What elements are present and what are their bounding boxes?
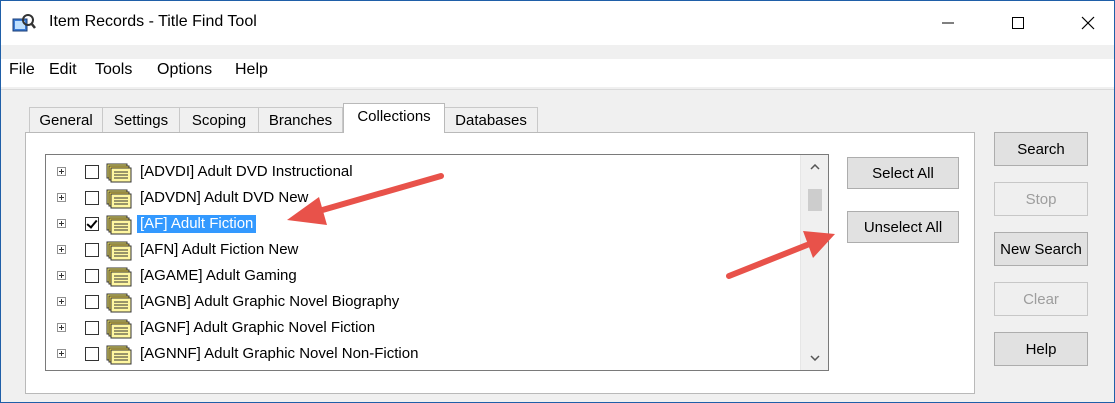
- list-item[interactable]: [AGAME] Adult Gaming: [46, 264, 800, 290]
- minimize-icon: [942, 22, 954, 24]
- window-title: Item Records - Title Find Tool: [49, 13, 257, 30]
- expand-icon[interactable]: [57, 323, 66, 332]
- menu-bar: File Edit Tools Options Help: [1, 59, 1114, 87]
- select-all-button[interactable]: Select All: [847, 157, 959, 189]
- collection-label[interactable]: [AGAME] Adult Gaming: [137, 267, 300, 285]
- collection-folder-icon: [106, 215, 132, 235]
- new-search-button[interactable]: New Search: [994, 232, 1088, 266]
- expand-icon[interactable]: [57, 245, 66, 254]
- scroll-down-button[interactable]: [801, 346, 828, 370]
- item-checkbox[interactable]: [85, 321, 99, 335]
- help-button[interactable]: Help: [994, 332, 1088, 366]
- expand-icon[interactable]: [57, 167, 66, 176]
- expand-icon[interactable]: [57, 349, 66, 358]
- collection-folder-icon: [106, 241, 132, 261]
- collection-folder-icon: [106, 189, 132, 209]
- app-window: Item Records - Title Find Tool File Edit…: [0, 0, 1115, 403]
- list-item[interactable]: [AGNB] Adult Graphic Novel Biography: [46, 290, 800, 316]
- maximize-icon: [1012, 17, 1024, 29]
- collection-label[interactable]: [AGNNF] Adult Graphic Novel Non-Fiction: [137, 345, 421, 363]
- expand-icon[interactable]: [57, 271, 66, 280]
- collection-folder-icon: [106, 163, 132, 183]
- collection-folder-icon: [106, 267, 132, 287]
- menu-help[interactable]: Help: [235, 59, 268, 81]
- item-checkbox[interactable]: [85, 165, 99, 179]
- menu-divider: [1, 89, 1114, 90]
- item-checkbox[interactable]: [85, 269, 99, 283]
- close-button[interactable]: [1065, 1, 1111, 45]
- collection-label[interactable]: [AFN] Adult Fiction New: [137, 241, 301, 259]
- find-tool-icon: [12, 14, 36, 32]
- menu-tools[interactable]: Tools: [95, 59, 132, 81]
- collection-label[interactable]: [AGNB] Adult Graphic Novel Biography: [137, 293, 402, 311]
- list-item[interactable]: [ADVDI] Adult DVD Instructional: [46, 160, 800, 186]
- unselect-all-button[interactable]: Unselect All: [847, 211, 959, 243]
- search-button[interactable]: Search: [994, 132, 1088, 166]
- minimize-button[interactable]: [925, 1, 971, 45]
- item-checkbox[interactable]: [85, 217, 99, 231]
- collection-folder-icon: [106, 319, 132, 339]
- expand-icon[interactable]: [57, 297, 66, 306]
- list-item[interactable]: [AF] Adult Fiction: [46, 212, 800, 238]
- collection-folder-icon: [106, 345, 132, 365]
- tab-databases[interactable]: Databases: [444, 107, 538, 132]
- item-checkbox[interactable]: [85, 295, 99, 309]
- item-checkbox[interactable]: [85, 347, 99, 361]
- tab-settings[interactable]: Settings: [102, 107, 180, 132]
- item-checkbox[interactable]: [85, 191, 99, 205]
- collection-folder-icon: [106, 293, 132, 313]
- scroll-up-button[interactable]: [801, 155, 828, 179]
- list-item[interactable]: [AGNNF] Adult Graphic Novel Non-Fiction: [46, 342, 800, 368]
- clear-button[interactable]: Clear: [994, 282, 1088, 316]
- maximize-button[interactable]: [995, 1, 1041, 45]
- tab-branches[interactable]: Branches: [258, 107, 343, 132]
- stop-button[interactable]: Stop: [994, 182, 1088, 216]
- collection-label[interactable]: [ADVDI] Adult DVD Instructional: [137, 163, 356, 181]
- collection-label-selected[interactable]: [AF] Adult Fiction: [135, 214, 258, 234]
- list-item[interactable]: [AFN] Adult Fiction New: [46, 238, 800, 264]
- menu-options[interactable]: Options: [157, 59, 212, 81]
- chevron-down-icon: [809, 355, 820, 361]
- menu-edit[interactable]: Edit: [49, 59, 77, 81]
- close-icon: [1081, 16, 1095, 30]
- expand-icon[interactable]: [57, 193, 66, 202]
- tab-collections[interactable]: Collections: [343, 103, 445, 133]
- tab-scoping[interactable]: Scoping: [179, 107, 259, 132]
- list-item[interactable]: [ADVDN] Adult DVD New: [46, 186, 800, 212]
- menu-file[interactable]: File: [9, 59, 35, 81]
- vertical-scrollbar[interactable]: [800, 155, 828, 370]
- scroll-thumb[interactable]: [808, 189, 822, 211]
- item-checkbox[interactable]: [85, 243, 99, 257]
- chevron-up-icon: [809, 164, 820, 170]
- collection-label[interactable]: [ADVDN] Adult DVD New: [137, 189, 311, 207]
- tab-general[interactable]: General: [29, 107, 103, 132]
- collection-label[interactable]: [AGNF] Adult Graphic Novel Fiction: [137, 319, 378, 337]
- collections-list[interactable]: [ADVDI] Adult DVD Instructional [ADVDN] …: [45, 154, 829, 371]
- expand-icon[interactable]: [57, 219, 66, 228]
- title-bar: Item Records - Title Find Tool: [1, 1, 1114, 45]
- list-item[interactable]: [AGNF] Adult Graphic Novel Fiction: [46, 316, 800, 342]
